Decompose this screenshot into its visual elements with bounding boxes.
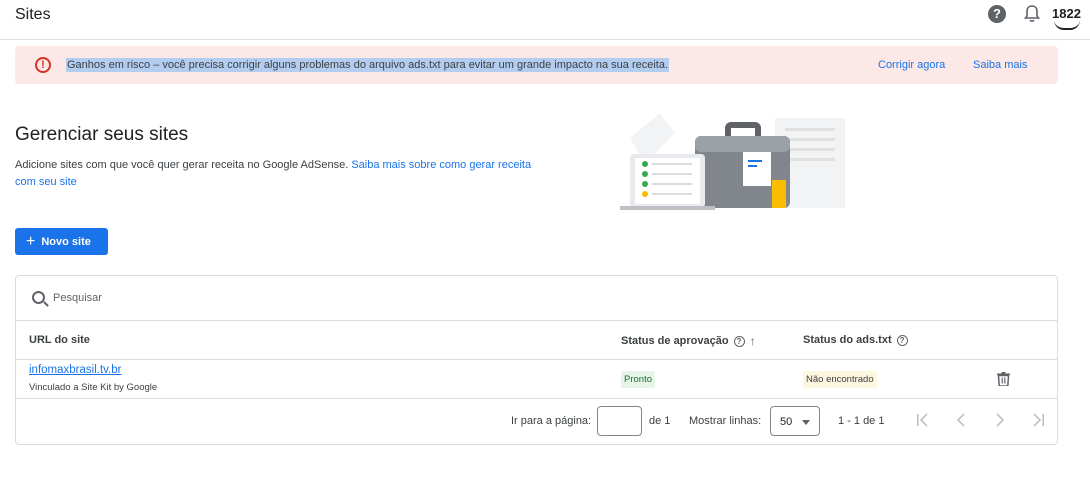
- table-header: URL do site Status de aprovação ? ↑ Stat…: [16, 321, 1057, 360]
- rows-per-page-select[interactable]: 50: [770, 406, 820, 436]
- rows-per-page-label: Mostrar linhas:: [689, 415, 762, 427]
- search-bar: [16, 276, 1057, 321]
- new-site-label: Novo site: [41, 235, 91, 248]
- notifications-bell-icon[interactable]: [1023, 4, 1041, 24]
- page-description-text: Adicione sites com que você quer gerar r…: [15, 159, 349, 171]
- column-adstxt-label: Status do ads.txt: [803, 334, 892, 346]
- sort-ascending-icon[interactable]: ↑: [750, 334, 756, 348]
- adstxt-help-icon[interactable]: ?: [896, 334, 908, 346]
- site-url-link[interactable]: infomaxbrasil.tv.br: [29, 364, 121, 376]
- pagination-bar: Ir para a página: de 1 Mostrar linhas: 5…: [16, 399, 1057, 444]
- delete-icon[interactable]: [997, 372, 1010, 386]
- page-range-label: 1 - 1 de 1: [838, 415, 885, 427]
- account-avatar[interactable]: 1822: [1052, 6, 1082, 21]
- alert-message: Ganhos em risco – você precisa corrigir …: [66, 58, 670, 72]
- table-row: infomaxbrasil.tv.br Vinculado a Site Kit…: [16, 360, 1057, 399]
- total-pages-label: de 1: [649, 415, 671, 427]
- search-input[interactable]: [53, 290, 453, 306]
- column-url-label: URL do site: [29, 334, 90, 346]
- column-header-adstxt-status[interactable]: Status do ads.txt ?: [803, 334, 908, 346]
- approval-status-badge: Pronto: [621, 371, 655, 388]
- site-linked-note: Vinculado a Site Kit by Google: [29, 382, 158, 393]
- new-site-button[interactable]: + Novo site: [15, 228, 108, 255]
- fix-now-link[interactable]: Corrigir agora: [878, 59, 945, 71]
- previous-page-icon[interactable]: [953, 412, 969, 428]
- column-header-url[interactable]: URL do site: [29, 334, 90, 346]
- rows-per-page-value: 50: [780, 416, 793, 428]
- adstxt-status-badge: Não encontrado: [803, 371, 877, 388]
- chevron-down-icon: [802, 420, 810, 425]
- account-avatar-ring: [1054, 20, 1080, 30]
- plus-icon: +: [26, 232, 36, 250]
- top-app-bar: Sites ? 1822: [0, 0, 1090, 40]
- column-header-approval-status[interactable]: Status de aprovação ? ↑: [621, 334, 756, 348]
- sites-table-card: URL do site Status de aprovação ? ↑ Stat…: [15, 275, 1058, 445]
- page-title: Gerenciar seus sites: [15, 124, 189, 145]
- column-approval-label: Status de aprovação: [621, 335, 729, 347]
- help-icon[interactable]: ?: [988, 5, 1006, 23]
- goto-page-input[interactable]: [597, 406, 642, 436]
- learn-more-link[interactable]: Saiba mais: [973, 59, 1027, 71]
- ads-txt-alert-banner: ! Ganhos em risco – você precisa corrigi…: [15, 46, 1058, 84]
- app-title: Sites: [15, 6, 51, 23]
- page-description: Adicione sites com que você quer gerar r…: [15, 157, 535, 190]
- sites-illustration: [620, 113, 845, 210]
- goto-page-label: Ir para a página:: [511, 415, 592, 427]
- approval-help-icon[interactable]: ?: [733, 335, 745, 347]
- next-page-icon[interactable]: [992, 412, 1008, 428]
- search-icon: [32, 291, 45, 304]
- last-page-icon[interactable]: [1030, 412, 1046, 428]
- error-icon: !: [35, 57, 51, 73]
- first-page-icon[interactable]: [915, 412, 931, 428]
